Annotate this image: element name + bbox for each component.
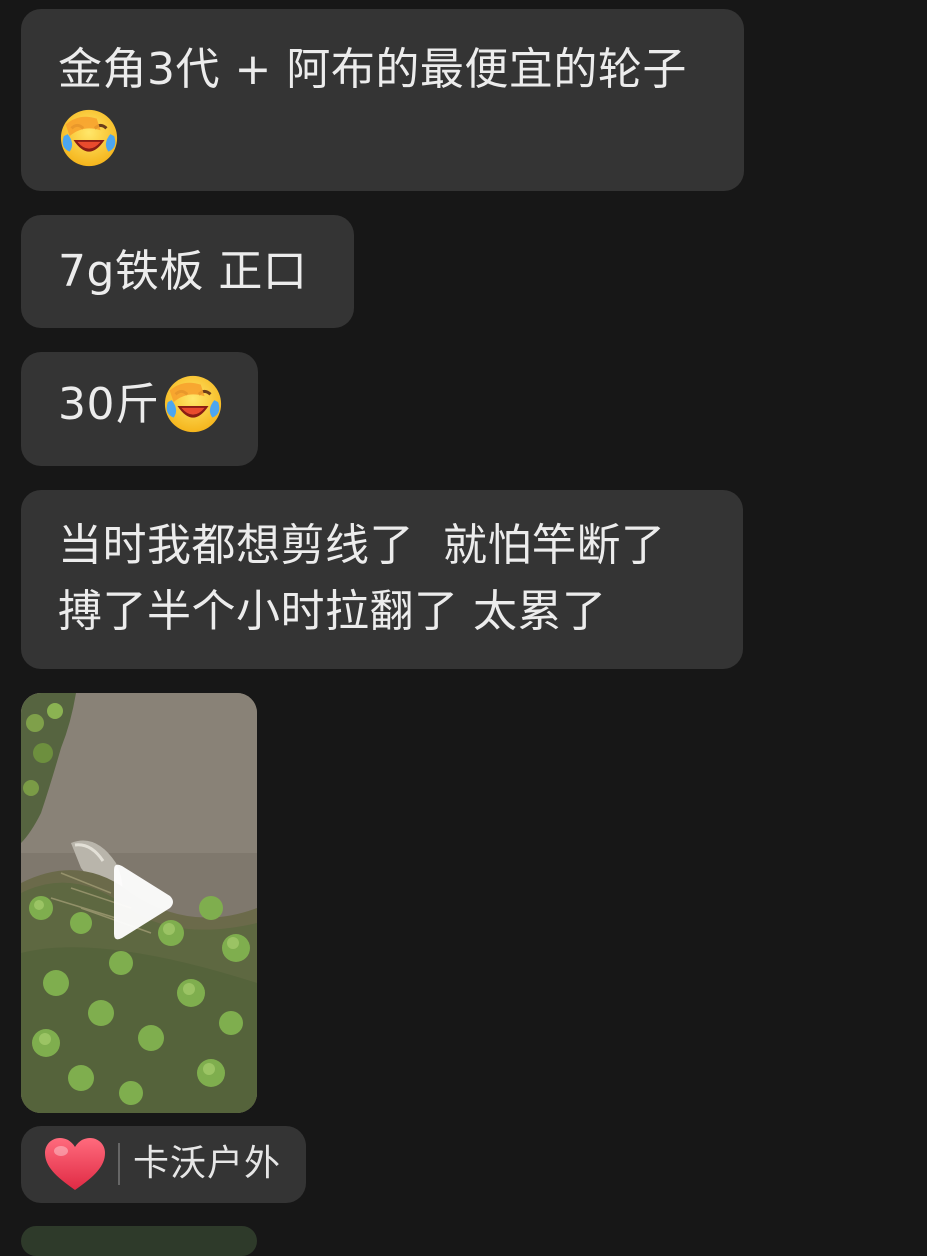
- message-text: 当时我都想剪线了 就怕竿断了: [58, 520, 666, 571]
- reaction-bar[interactable]: 卡沃户外: [21, 1126, 306, 1203]
- message-bubble[interactable]: 7g铁板 正口: [21, 215, 354, 328]
- message-bubble[interactable]: 30斤: [21, 352, 258, 466]
- face-with-tears-of-joy-icon: [60, 109, 118, 167]
- face-with-tears-of-joy-icon: [164, 375, 221, 433]
- heart-icon: [45, 1138, 105, 1190]
- play-icon[interactable]: [108, 862, 176, 942]
- message-text: 金角3代 + 阿布的最便宜的轮子: [58, 44, 687, 95]
- message-text: 30斤: [58, 379, 160, 430]
- message-line: 30斤: [58, 372, 222, 438]
- message-text: 搏了半个小时拉翻了 太累了: [58, 586, 607, 637]
- divider: [118, 1143, 120, 1185]
- next-message-thumbnail[interactable]: [21, 1226, 257, 1256]
- message-emoji-line: [58, 103, 708, 169]
- reaction-user-name: 卡沃户外: [133, 1143, 282, 1184]
- message-bubble[interactable]: 金角3代 + 阿布的最便宜的轮子: [21, 9, 744, 191]
- message-bubble[interactable]: 当时我都想剪线了 就怕竿断了 搏了半个小时拉翻了 太累了: [21, 490, 743, 669]
- message-text: 7g铁板 正口: [58, 246, 308, 297]
